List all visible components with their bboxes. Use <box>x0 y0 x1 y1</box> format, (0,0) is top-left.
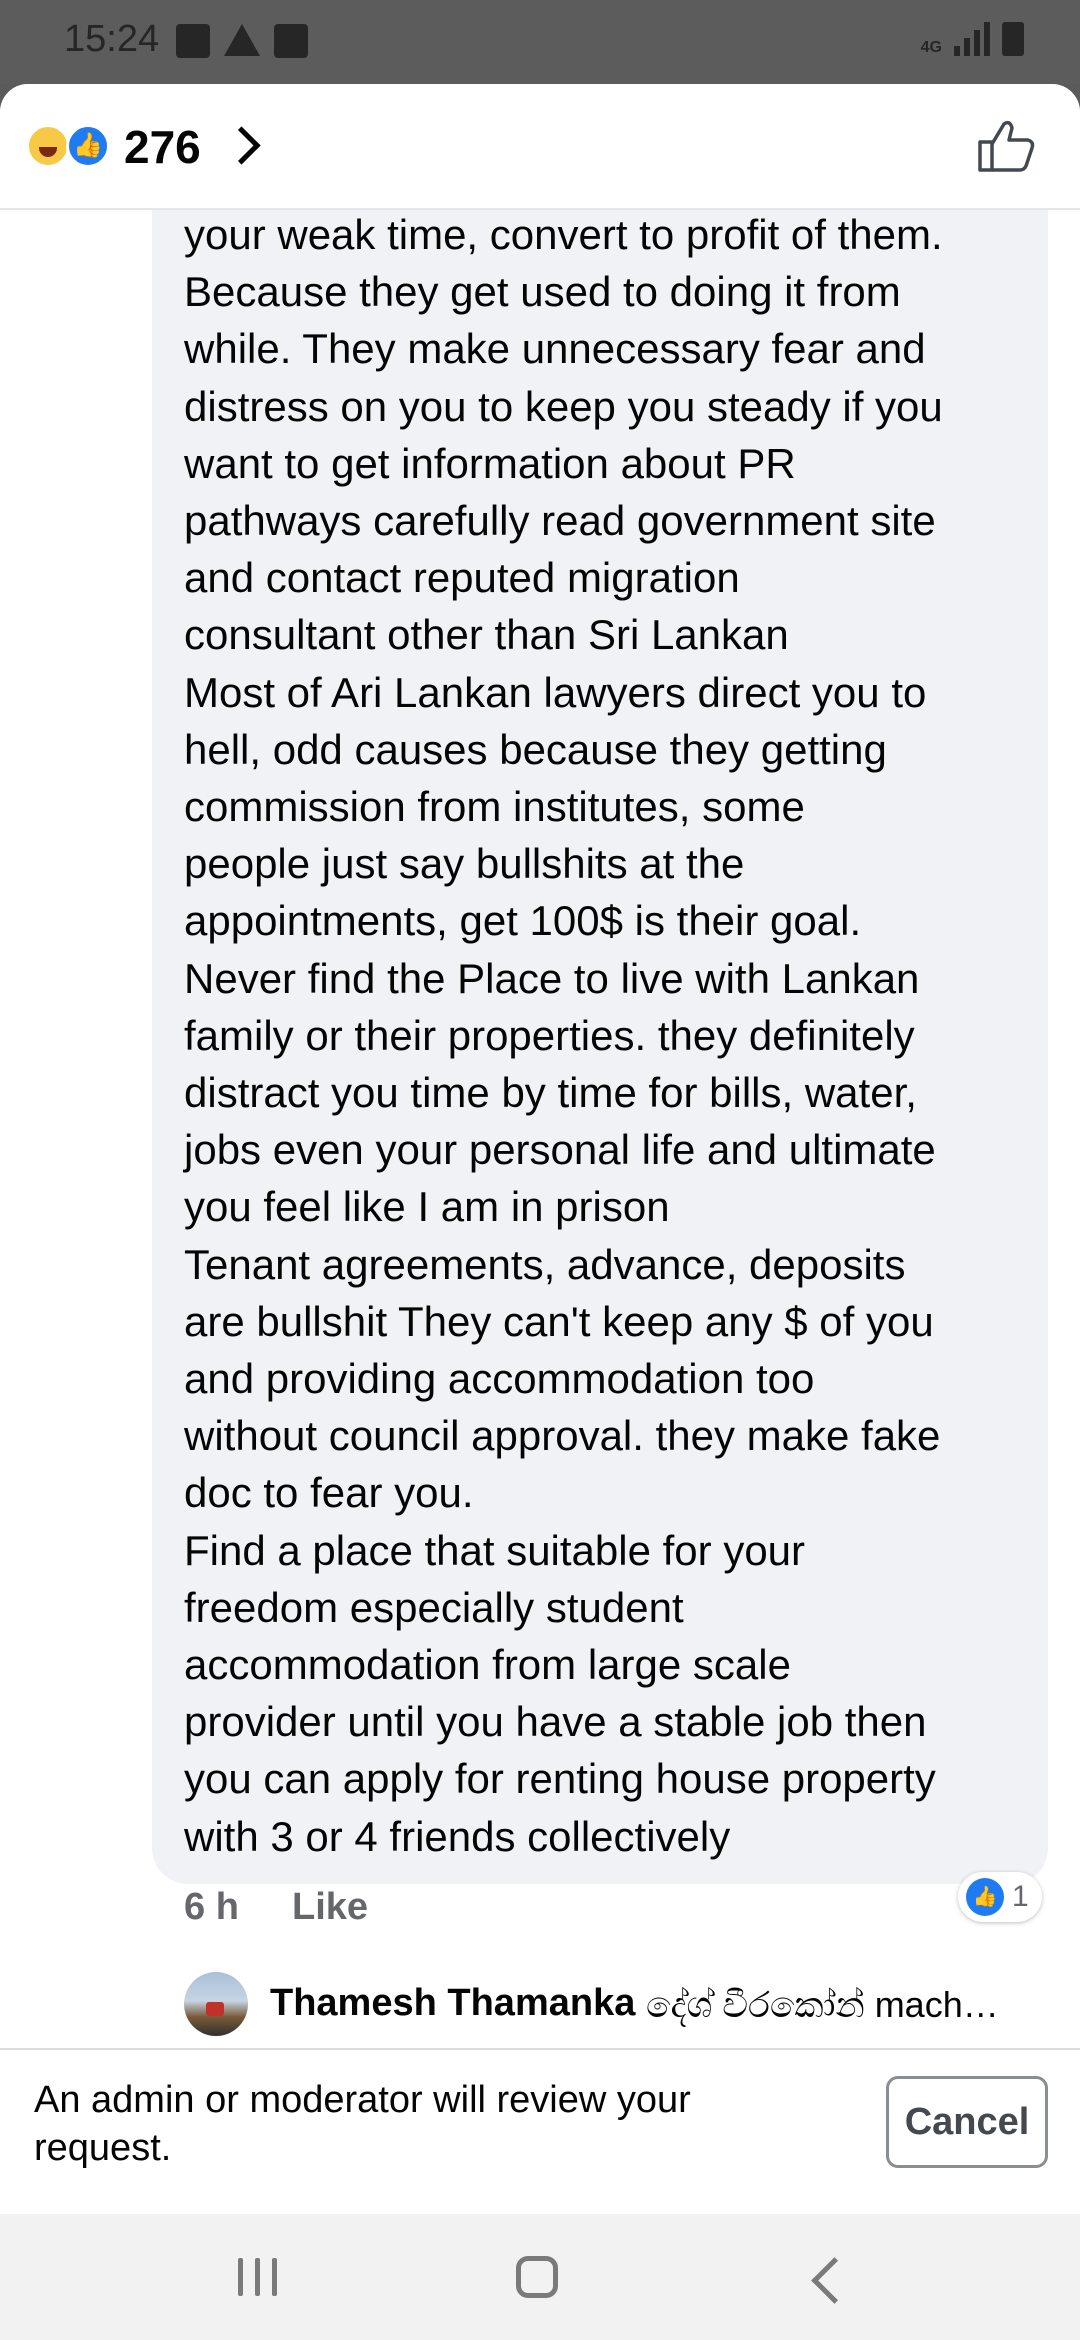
comment-text: your weak time, convert to profit of the… <box>184 211 943 1860</box>
warning-icon <box>224 24 260 56</box>
system-nav-bar <box>0 2214 1080 2340</box>
chevron-right-icon[interactable] <box>222 126 261 165</box>
network-type: 4G <box>920 39 942 56</box>
status-notification-icons <box>176 24 308 58</box>
avatar[interactable] <box>184 1972 248 2036</box>
battery-icon <box>1002 22 1024 56</box>
like-outline-icon[interactable] <box>976 118 1036 174</box>
comment-reaction-count: 1 <box>1012 1880 1029 1913</box>
haha-icon[interactable] <box>26 124 70 168</box>
checkbox-icon <box>274 24 308 58</box>
status-time: 15:24 <box>64 18 160 60</box>
comments-sheet: 👍 276 your weak time, convert to profit … <box>0 84 1080 2214</box>
reaction-count[interactable]: 276 <box>124 120 201 174</box>
gallery-icon <box>176 24 210 58</box>
like-button[interactable]: Like <box>292 1886 368 1929</box>
reply-preview[interactable]: Thamesh Thamanka දේශ් වීරකෝන් mach… <box>184 1972 1064 2042</box>
cancel-button[interactable]: Cancel <box>886 2076 1048 2168</box>
recents-icon[interactable] <box>238 2258 277 2296</box>
notice-text: An admin or moderator will review your r… <box>34 2079 691 2169</box>
moderation-notice: An admin or moderator will review your r… <box>0 2048 1080 2214</box>
comment-reaction-badge[interactable]: 👍 1 <box>958 1872 1042 1922</box>
status-system-icons: 4G <box>921 22 1024 56</box>
reply-author-name[interactable]: Thamesh Thamanka <box>270 1982 635 2025</box>
comment-time: 6 h <box>184 1886 239 1928</box>
back-icon[interactable] <box>811 2257 858 2304</box>
home-icon[interactable] <box>516 2256 558 2298</box>
reactions-header: 👍 276 <box>0 84 1080 210</box>
like-icon: 👍 <box>966 1878 1004 1916</box>
status-bar: 15:24 4G <box>0 0 1080 84</box>
reply-text-preview: දේශ් වීරකෝන් mach… <box>646 1984 999 2025</box>
signal-icon <box>954 22 990 56</box>
like-icon[interactable]: 👍 <box>66 124 110 168</box>
